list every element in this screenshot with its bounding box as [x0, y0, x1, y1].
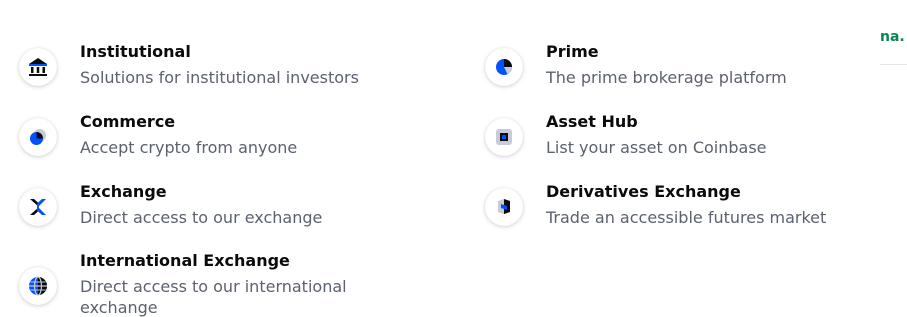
menu-item-description: The prime brokerage platform [546, 68, 787, 87]
asset-hub-icon [485, 118, 523, 156]
menu-item-title: International Exchange [80, 251, 290, 270]
menu-item-description: List your asset on Coinbase [546, 138, 767, 157]
menu-item-description: Direct access to our exchange [80, 208, 323, 227]
menu-item-title: Institutional [80, 42, 191, 61]
menu-item-title: Exchange [80, 182, 167, 201]
menu-item-title: Derivatives Exchange [546, 182, 741, 201]
menu-item-title: Commerce [80, 112, 176, 131]
menu-item-description: Direct access to our international excha… [80, 277, 347, 317]
pie-chart-icon [485, 48, 523, 86]
globe-icon [19, 267, 57, 305]
institutional-menu-panel: Institutional Solutions for institutiona… [0, 0, 907, 317]
commerce-icon [19, 118, 57, 156]
clipped-menu-text: na. [880, 29, 905, 45]
bank-icon [19, 48, 57, 86]
derivatives-icon [485, 188, 523, 226]
menu-item-title: Prime [546, 42, 599, 61]
divider [880, 64, 907, 65]
menu-item-description: Solutions for institutional investors [80, 68, 359, 87]
menu-item-description: Trade an accessible futures market [546, 208, 827, 227]
menu-item-title: Asset Hub [546, 112, 638, 131]
menu-item-description: Accept crypto from anyone [80, 138, 298, 157]
exchange-icon [19, 188, 57, 226]
